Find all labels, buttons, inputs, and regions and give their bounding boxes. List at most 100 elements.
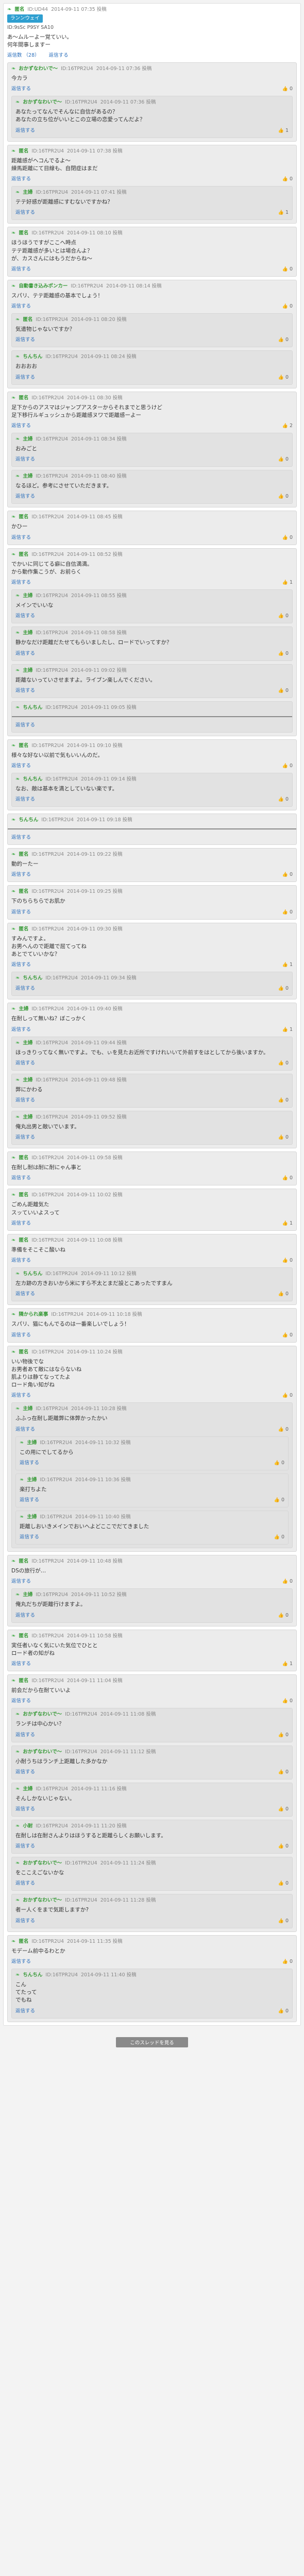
vote-count[interactable]: 👍 0 bbox=[278, 1291, 289, 1298]
vote-count[interactable]: 👍 0 bbox=[278, 687, 289, 694]
vote-count[interactable]: 👍 0 bbox=[282, 303, 293, 310]
reply-link[interactable]: 返信する bbox=[11, 1175, 31, 1182]
author-name[interactable]: 匿名 bbox=[14, 6, 24, 13]
author-name[interactable]: 主婦 bbox=[23, 436, 32, 443]
reply-link[interactable]: 返信する bbox=[15, 2008, 35, 2015]
reply-link[interactable]: 返信する bbox=[15, 127, 35, 134]
author-name[interactable]: 小耐 bbox=[23, 1823, 32, 1830]
reply-link[interactable]: 返信する bbox=[11, 534, 31, 541]
author-name[interactable]: 主婦 bbox=[23, 1040, 32, 1047]
vote-count[interactable]: 👍 0 bbox=[278, 613, 289, 620]
reply-link[interactable]: 返信する bbox=[15, 1880, 35, 1887]
reply-link[interactable]: 返信する bbox=[15, 687, 35, 694]
reply-link[interactable]: 返信する bbox=[20, 1497, 39, 1504]
reply-link[interactable]: 返信する bbox=[15, 1060, 35, 1067]
vote-count[interactable]: 👍 0 bbox=[278, 1769, 289, 1776]
vote-count[interactable]: 👍 0 bbox=[278, 493, 289, 500]
vote-count[interactable]: 👍 0 bbox=[282, 534, 293, 541]
reply-link[interactable]: 返信する bbox=[11, 909, 31, 916]
vote-count[interactable]: 👍 0 bbox=[282, 1578, 293, 1585]
vote-count[interactable]: 👍 0 bbox=[278, 1134, 289, 1141]
reply-link[interactable]: 返信する bbox=[11, 1578, 31, 1585]
vote-count[interactable]: 👍 0 bbox=[282, 762, 293, 770]
reply-link[interactable]: 返信する bbox=[11, 762, 31, 770]
vote-count[interactable]: 👍 0 bbox=[278, 1097, 289, 1104]
vote-count[interactable]: 👍 0 bbox=[282, 1958, 293, 1965]
reply-link[interactable]: 返信する bbox=[11, 1332, 31, 1339]
reply-link[interactable]: 返信する bbox=[15, 650, 35, 657]
author-name[interactable]: 主婦 bbox=[23, 1077, 32, 1084]
vote-count[interactable]: 👍 0 bbox=[278, 374, 289, 381]
author-name[interactable]: ちんちん bbox=[23, 353, 42, 361]
author-name[interactable]: 主婦 bbox=[27, 1477, 37, 1484]
author-name[interactable]: ちんちん bbox=[23, 704, 42, 711]
reply-link[interactable]: 返信する bbox=[15, 1769, 35, 1776]
vote-count[interactable]: 👍 0 bbox=[282, 1257, 293, 1264]
vote-count[interactable]: 👍 0 bbox=[278, 1060, 289, 1067]
author-name[interactable]: 匿名 bbox=[19, 1558, 28, 1565]
author-name[interactable]: 主婦 bbox=[23, 667, 32, 674]
author-name[interactable]: おかずなわいで〜 bbox=[23, 99, 62, 106]
author-name[interactable]: おかずなわいで〜 bbox=[23, 1897, 62, 1904]
author-name[interactable]: 自動書き込みポンカー bbox=[19, 283, 67, 290]
reply-link[interactable]: 返信する bbox=[15, 493, 35, 500]
vote-count[interactable]: 👍 0 bbox=[282, 909, 293, 916]
author-name[interactable]: おかずなわいで〜 bbox=[23, 1711, 62, 1718]
author-name[interactable]: 匿名 bbox=[19, 1633, 28, 1640]
vote-count[interactable]: 👍 0 bbox=[274, 1460, 284, 1467]
reply-link[interactable]: 返信する bbox=[15, 722, 35, 729]
reply-link[interactable]: 返信する bbox=[11, 579, 31, 586]
author-name[interactable]: 匿名 bbox=[19, 1155, 28, 1162]
reply-link[interactable]: 返信する bbox=[11, 1220, 31, 1227]
author-name[interactable]: 匿名 bbox=[19, 551, 28, 558]
reply-link[interactable]: 返信する bbox=[11, 1698, 31, 1705]
reply-link[interactable]: 返信する bbox=[15, 1918, 35, 1925]
author-name[interactable]: おかずなわいで〜 bbox=[19, 65, 58, 73]
vote-count[interactable]: 👍 1 bbox=[282, 579, 293, 586]
vote-count[interactable]: 👍 1 bbox=[282, 1220, 293, 1227]
vote-count[interactable]: 👍 0 bbox=[278, 1732, 289, 1739]
vote-count[interactable]: 👍 0 bbox=[282, 871, 293, 878]
reply-link[interactable]: 返信する bbox=[15, 1426, 35, 1433]
reply-link[interactable]: 返信する bbox=[11, 834, 31, 841]
vote-count[interactable]: 👍 0 bbox=[278, 1880, 289, 1887]
author-name[interactable]: 主婦 bbox=[27, 1514, 37, 1521]
author-name[interactable]: 主婦 bbox=[23, 1405, 32, 1413]
vote-count[interactable]: 👍 2 bbox=[282, 422, 293, 430]
vote-count[interactable]: 👍 1 bbox=[282, 961, 293, 969]
author-name[interactable]: ちんちん bbox=[23, 1270, 42, 1278]
vote-count[interactable]: 👍 0 bbox=[278, 336, 289, 344]
reply-link[interactable]: 返信する bbox=[15, 1612, 35, 1619]
author-name[interactable]: ちんちん bbox=[23, 975, 42, 982]
reply-link[interactable]: 返信する bbox=[15, 209, 35, 216]
vote-count[interactable]: 👍 0 bbox=[278, 456, 289, 463]
reply-link[interactable]: 返信する bbox=[15, 336, 35, 344]
reply-link[interactable]: 返信する bbox=[15, 1291, 35, 1298]
vote-count[interactable]: 👍 1 bbox=[282, 1026, 293, 1033]
reply-link[interactable]: 返信する bbox=[11, 303, 31, 310]
author-name[interactable]: 匿名 bbox=[19, 1938, 28, 1945]
reply-link[interactable]: 返信する bbox=[15, 985, 35, 992]
reply-link[interactable]: 返信する bbox=[11, 1026, 31, 1033]
vote-count[interactable]: 👍 0 bbox=[278, 1806, 289, 1813]
vote-count[interactable]: 👍 0 bbox=[278, 1843, 289, 1850]
author-name[interactable]: 匿名 bbox=[23, 316, 32, 324]
author-name[interactable]: 匿名 bbox=[19, 888, 28, 895]
author-name[interactable]: 主婦 bbox=[23, 189, 32, 196]
author-name[interactable]: 匿名 bbox=[19, 851, 28, 858]
author-name[interactable]: 主婦 bbox=[23, 592, 32, 600]
author-name[interactable]: ちんちん bbox=[19, 817, 38, 824]
reply-link[interactable]: 返信する bbox=[15, 374, 35, 381]
reply-link[interactable]: 返信する bbox=[11, 871, 31, 878]
vote-count[interactable]: 👍 0 bbox=[278, 2008, 289, 2015]
reply-link[interactable]: 返信する bbox=[11, 1257, 31, 1264]
author-name[interactable]: 匿名 bbox=[19, 926, 28, 933]
vote-count[interactable]: 👍 0 bbox=[282, 86, 293, 93]
reply-link[interactable]: 返信する bbox=[11, 1958, 31, 1965]
reply-link[interactable]: 返信する bbox=[11, 1392, 31, 1399]
load-more-button[interactable]: このスレッドを見る bbox=[116, 2037, 188, 2047]
author-name[interactable]: ちんちん bbox=[23, 776, 42, 783]
reply-link[interactable]: 返信する bbox=[20, 1460, 39, 1467]
author-name[interactable]: 主婦 bbox=[23, 1591, 32, 1599]
author-name[interactable]: 匿名 bbox=[19, 1192, 28, 1199]
